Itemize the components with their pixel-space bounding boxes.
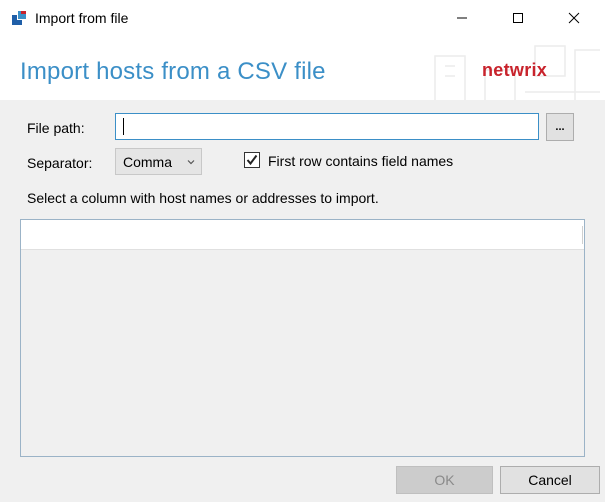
page-title: Import hosts from a CSV file <box>20 58 326 85</box>
minimize-icon <box>457 17 467 19</box>
netwrix-logo: netwrix <box>482 60 548 80</box>
separator-dropdown[interactable]: Comma <box>115 148 202 175</box>
file-path-input[interactable] <box>115 113 539 140</box>
column-list-header[interactable] <box>21 220 584 250</box>
chevron-down-icon <box>187 160 195 165</box>
dialog-body: File path: ... Separator: Comma First ro… <box>0 100 605 502</box>
ok-button[interactable]: OK <box>396 466 493 494</box>
cancel-button[interactable]: Cancel <box>500 466 600 494</box>
column-divider[interactable] <box>582 226 583 244</box>
separator-label: Separator: <box>27 155 93 171</box>
app-icon <box>12 11 26 25</box>
first-row-label[interactable]: First row contains field names <box>268 153 453 169</box>
window-title: Import from file <box>35 10 129 26</box>
minimize-button[interactable] <box>439 0 485 36</box>
header-banner: Import hosts from a CSV file netwrix <box>0 36 605 100</box>
instruction-text: Select a column with host names or addre… <box>27 190 379 206</box>
checkmark-icon <box>246 154 258 166</box>
close-icon <box>568 12 580 24</box>
file-path-label: File path: <box>27 120 85 136</box>
text-caret <box>123 118 124 135</box>
separator-value: Comma <box>123 154 173 170</box>
title-bar: Import from file <box>0 0 605 36</box>
maximize-icon <box>513 13 523 23</box>
maximize-button[interactable] <box>495 0 541 36</box>
close-button[interactable] <box>551 0 597 36</box>
column-list[interactable] <box>20 219 585 457</box>
first-row-checkbox[interactable] <box>244 152 260 168</box>
browse-button[interactable]: ... <box>546 113 574 141</box>
